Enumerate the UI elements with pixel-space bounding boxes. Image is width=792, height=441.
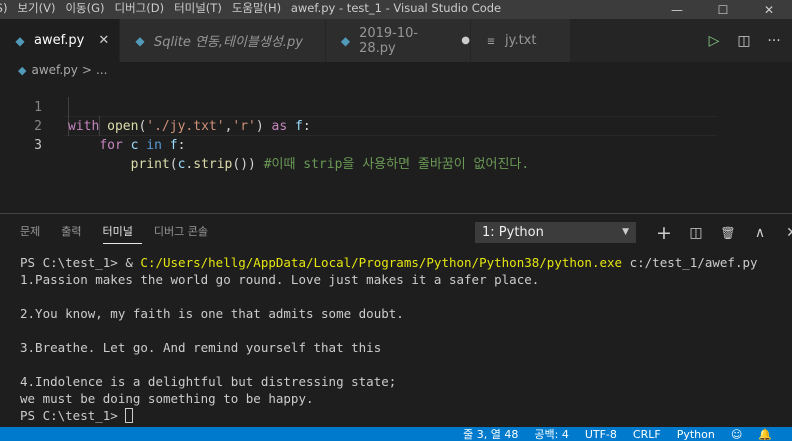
tab-sqlite-py[interactable]: ◆ Sqlite 연동,테이블생성.py [120, 19, 326, 62]
script-argument: c:/test_1/awef.py [622, 255, 758, 270]
menu-view[interactable]: 보기(V) [13, 0, 61, 19]
editor-actions: ▷ ◫ ··· [704, 19, 784, 62]
editor-tab-bar: ◆ awef.py ✕ ◆ Sqlite 연동,테이블생성.py ◆ 2019-… [0, 19, 792, 62]
code-token: ( [169, 157, 178, 172]
encoding[interactable]: UTF-8 [585, 427, 617, 441]
language-mode[interactable]: Python [677, 427, 715, 441]
code-line: 2 for c in f: [0, 98, 792, 153]
menu-help[interactable]: 도움말(H) [228, 0, 287, 19]
tab-label: jy.txt [505, 33, 537, 48]
close-panel-icon[interactable]: ✕ [776, 225, 792, 241]
code-line: 3 print(c.strip()) #이때 strip을 사용하면 줄바꿈이 … [0, 117, 792, 172]
panel-actions: + ◫ 🗑 ∧ ✕ [648, 222, 792, 244]
code-editor[interactable]: 1 with open('./jy.txt','r') as f: 2 for … [0, 78, 792, 213]
terminal-prompt-line: PS C:\test_1> [20, 407, 758, 424]
menu-debug[interactable]: 디버그(D) [110, 0, 170, 19]
terminal-prompt: PS C:\test_1> & [20, 255, 141, 270]
tab-output[interactable]: 출력 [61, 214, 90, 250]
unsaved-dot-icon[interactable]: ● [461, 35, 470, 46]
menu-bar: 선택(S) 보기(V) 이동(G) 디버그(D) 터미널(T) 도움말(H) [0, 0, 287, 19]
tab-label: Sqlite 연동,테이블생성.py [154, 35, 303, 50]
new-terminal-icon[interactable]: + [648, 222, 680, 244]
python-icon: ◆ [340, 33, 351, 48]
terminal-line: 4.Indolence is a delightful but distress… [20, 374, 397, 389]
code-token: f [169, 138, 178, 153]
close-tab-icon[interactable]: ✕ [98, 33, 109, 48]
tab-debug-console[interactable]: 디버그 콘솔 [154, 214, 217, 250]
cursor-position[interactable]: 줄 3, 열 48 [463, 427, 518, 441]
chevron-down-icon: ▼ [622, 227, 629, 237]
bottom-panel: 문제 출력 터미널 디버그 콘솔 1: Python ▼ + ◫ 🗑 ∧ ✕ P… [0, 214, 792, 427]
code-token: #이때 strip을 사용하면 줄바꿈이 없어진다. [263, 157, 530, 172]
panel-tabs: 문제 출력 터미널 디버그 콘솔 [20, 214, 229, 250]
tab-jy-txt[interactable]: ≡ jy.txt [471, 19, 571, 62]
maximize-panel-icon[interactable]: ∧ [744, 225, 776, 241]
tab-label: awef.py [34, 33, 85, 48]
terminal-cursor [125, 408, 134, 423]
line-number: 3 [34, 138, 42, 153]
code-token: strip [193, 157, 233, 172]
minimize-icon[interactable]: — [654, 0, 700, 19]
terminal-select-value: 1: Python [482, 225, 544, 240]
run-icon[interactable]: ▷ [704, 33, 724, 49]
terminal-line: 2.You know, my faith is one that admits … [20, 306, 404, 321]
breadcrumb-file[interactable]: awef.py [31, 63, 77, 77]
close-window-icon[interactable]: ✕ [746, 0, 792, 19]
tab-terminal[interactable]: 터미널 [102, 214, 142, 244]
text-file-icon: ≡ [487, 33, 495, 48]
terminal-select[interactable]: 1: Python ▼ [475, 222, 636, 243]
python-icon: ◆ [15, 33, 25, 48]
status-bar: 줄 3, 열 48 공백: 4 UTF-8 CRLF Python ☺ 🔔 [0, 427, 792, 441]
terminal-command-line: PS C:\test_1> & C:/Users/hellg/AppData/L… [20, 254, 758, 271]
status-bar-right: 줄 3, 열 48 공백: 4 UTF-8 CRLF Python ☺ 🔔 [463, 427, 792, 441]
code-token: ()) [232, 157, 264, 172]
breadcrumb-separator: > [81, 63, 92, 77]
indentation[interactable]: 공백: 4 [534, 427, 568, 441]
split-terminal-icon[interactable]: ◫ [680, 225, 712, 241]
terminal-prompt: PS C:\test_1> [20, 408, 126, 423]
breadcrumb: ◆ awef.py > ... [0, 62, 792, 78]
python-executable-path: C:/Users/hellg/AppData/Local/Programs/Py… [140, 255, 623, 270]
maximize-icon[interactable]: ☐ [700, 0, 746, 19]
title-bar: 선택(S) 보기(V) 이동(G) 디버그(D) 터미널(T) 도움말(H) a… [0, 0, 792, 19]
terminal-line: 1.Passion makes the world go round. Love… [20, 272, 540, 287]
code-token: in [146, 138, 162, 153]
menu-go[interactable]: 이동(G) [61, 0, 110, 19]
code-line: 1 with open('./jy.txt','r') as f: [0, 79, 792, 134]
code-token: for [99, 138, 123, 153]
tab-2019-10-28-py[interactable]: ◆ 2019-10-28.py ● [326, 19, 471, 62]
tab-problems[interactable]: 문제 [20, 214, 49, 250]
tab-label: 2019-10-28.py [359, 25, 419, 56]
trash-icon[interactable]: 🗑 [712, 226, 744, 240]
end-of-line[interactable]: CRLF [633, 427, 661, 441]
more-actions-icon[interactable]: ··· [764, 33, 784, 49]
terminal-line: we must be doing something to be happy. [20, 391, 314, 406]
menu-terminal[interactable]: 터미널(T) [170, 0, 228, 19]
terminal-line: 3.Breathe. Let go. And remind yourself t… [20, 340, 382, 355]
terminal-output[interactable]: PS C:\test_1> & C:/Users/hellg/AppData/L… [20, 254, 758, 424]
bell-icon[interactable]: 🔔 [758, 427, 772, 441]
menu-selection[interactable]: 선택(S) [0, 0, 13, 19]
tab-awef-py[interactable]: ◆ awef.py ✕ [0, 19, 120, 62]
feedback-icon[interactable]: ☺ [731, 427, 742, 441]
breadcrumb-symbols[interactable]: ... [96, 63, 107, 77]
python-icon: ◆ [18, 63, 27, 77]
python-icon: ◆ [135, 33, 145, 48]
code-text: for c in f: [68, 136, 185, 155]
window-controls: — ☐ ✕ [654, 0, 792, 19]
code-token: : [177, 138, 186, 153]
split-editor-icon[interactable]: ◫ [734, 33, 754, 49]
code-token: print [130, 157, 170, 172]
code-text: print(c.strip()) #이때 strip을 사용하면 줄바꿈이 없어… [68, 155, 530, 174]
